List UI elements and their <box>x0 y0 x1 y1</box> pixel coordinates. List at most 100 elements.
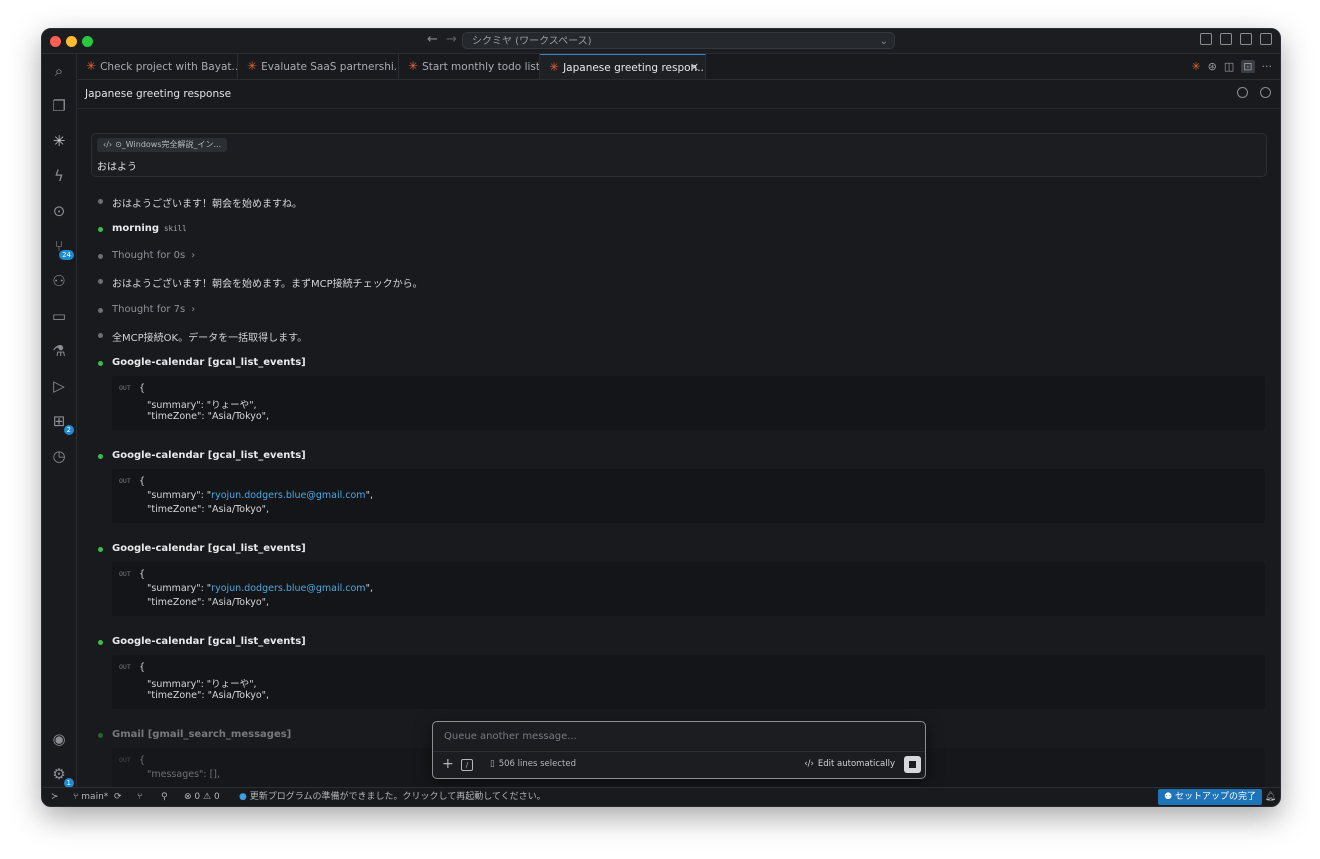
page-title: Japanese greeting response <box>85 88 232 100</box>
message-text: 全MCP接続OK。データを一括取得します。 <box>112 333 308 344</box>
tab-japanese-greeting[interactable]: ✳ Japanese greeting respon... ✕ <box>540 54 706 79</box>
testing-icon[interactable]: ⚗ <box>50 342 68 360</box>
command-center[interactable]: シクミヤ (ワークスペース) ⌄ <box>462 32 895 49</box>
extensions-icon[interactable]: ⊞ 2 <box>50 412 74 435</box>
tab-actions: ✳ ⊛ ◫ ⊡ ··· <box>1191 60 1272 73</box>
new-chat-icon[interactable] <box>1260 87 1271 98</box>
status-dot <box>98 279 103 284</box>
tool-call-title[interactable]: Gmail [gmail_search_messages] <box>98 729 291 740</box>
claude-icon[interactable]: ✳ <box>50 132 68 150</box>
explorer-icon[interactable]: ❐ <box>50 97 68 115</box>
status-dot <box>98 640 103 645</box>
claude-star-icon: ✳ <box>408 59 419 73</box>
close-tab-icon[interactable]: ✕ <box>690 55 699 79</box>
warning-icon: ⚠ <box>203 792 212 802</box>
code-line: "timeZone": "Asia/Tokyo", <box>147 690 270 701</box>
context-file-chip[interactable]: ‹/› ⊙_Windows完全解説_イン... <box>97 138 228 152</box>
thought-toggle[interactable]: Thought for 7s › <box>98 304 195 315</box>
code-icon: ‹/› <box>103 140 113 149</box>
message-composer[interactable]: Queue another message... + / ▯ 506 lines … <box>432 721 926 779</box>
history-icon[interactable] <box>1237 87 1248 98</box>
lines-selected[interactable]: ▯ 506 lines selected <box>490 759 576 769</box>
toggle-panel-icon[interactable] <box>1240 33 1252 45</box>
close-window-button[interactable] <box>50 36 61 47</box>
status-dot <box>98 308 103 313</box>
assistant-message: おはようございます！朝会を始めますね。 <box>98 195 302 210</box>
back-arrow-icon[interactable]: ← <box>427 32 438 47</box>
openai-icon[interactable]: ⊛ <box>1208 60 1217 73</box>
timeline-icon[interactable]: ◷ <box>50 447 68 465</box>
chat-dropdown-icon[interactable]: ⌄ <box>880 33 888 50</box>
notifications-bell-icon[interactable]: 🔔︎ <box>1265 788 1276 806</box>
split-editor-icon[interactable]: ◫ <box>1224 60 1234 73</box>
minimize-window-button[interactable] <box>66 36 77 47</box>
toggle-secondary-sidebar-icon[interactable] <box>1260 33 1272 45</box>
thought-toggle[interactable]: Thought for 0s › <box>98 250 195 261</box>
tool-call-title[interactable]: Google-calendar [gcal_list_events] <box>98 357 306 368</box>
git-graph-icon[interactable]: ⊙ <box>50 202 68 220</box>
run-debug-icon[interactable]: ▷ <box>50 377 68 395</box>
branch-icon: ⑂ <box>73 792 79 802</box>
search-icon[interactable]: ⌕ <box>50 62 68 80</box>
python-icon[interactable]: ⚇ <box>50 272 68 290</box>
status-dot <box>98 254 103 259</box>
forward-arrow-icon[interactable]: → <box>446 32 457 47</box>
error-icon: ⊗ <box>184 792 192 802</box>
account-icon[interactable]: ◉ <box>50 730 68 748</box>
message-input[interactable]: Queue another message... <box>444 731 577 742</box>
slash-command-icon[interactable]: / <box>461 759 473 771</box>
customize-layout-icon[interactable] <box>1200 33 1212 45</box>
app-window: ← → シクミヤ (ワークスペース) ⌄ ⌕ ❐ ✳ ϟ ⊙ ⑂ 24 ⚇ ▭ ⚗… <box>41 28 1281 807</box>
problems-indicator[interactable]: ⊗ 0 ⚠ 0 <box>184 788 220 806</box>
code-line: { <box>139 476 146 487</box>
maximize-window-button[interactable] <box>82 36 93 47</box>
source-control-icon[interactable]: ⑂ 24 <box>50 237 74 260</box>
toggle-sidebar-icon[interactable] <box>1220 33 1232 45</box>
claude-star-icon[interactable]: ✳ <box>1191 60 1200 73</box>
tool-call-title[interactable]: Google-calendar [gcal_list_events] <box>98 543 306 554</box>
remote-icon[interactable]: ≻ <box>51 788 59 806</box>
tab-label: Japanese greeting respon... <box>563 62 706 74</box>
remote-explorer-icon[interactable]: ▭ <box>50 307 68 325</box>
user-message-text: おはよう <box>97 162 137 173</box>
code-line: { <box>139 569 146 580</box>
tool-output: OUT { "summary": "ryojun.dodgers.blue@gm… <box>112 562 1265 616</box>
tool-output: OUT { "summary": "ryojun.dodgers.blue@gm… <box>112 469 1265 523</box>
tab-monthly-todo[interactable]: ✳ Start monthly todo list <box>399 54 540 79</box>
stop-icon <box>909 761 916 768</box>
email-link[interactable]: ryojun.dodgers.blue@gmail.com <box>211 490 365 501</box>
lightning-icon[interactable]: ϟ <box>50 167 68 185</box>
code-line: { <box>139 755 146 766</box>
tab-label: Start monthly todo list <box>422 61 540 73</box>
add-attachment-icon[interactable]: + <box>442 756 454 772</box>
tool-call-title[interactable]: Google-calendar [gcal_list_events] <box>98 636 306 647</box>
stop-button[interactable] <box>904 756 921 773</box>
settings-gear-icon[interactable]: ⚙ 1 <box>50 765 74 788</box>
email-link[interactable]: ryojun.dodgers.blue@gmail.com <box>211 583 365 594</box>
live-share-icon[interactable]: ⚲ <box>161 788 168 806</box>
more-actions-icon[interactable]: ··· <box>1262 60 1273 73</box>
setup-complete-button[interactable]: ⚉ セットアップの完了 <box>1158 789 1262 805</box>
composer-toolbar: + / ▯ 506 lines selected ‹/› Edit automati… <box>433 751 925 778</box>
git-graph-icon[interactable]: ⑂ <box>137 788 142 806</box>
code-line: "summary": "りょーや", <box>147 400 257 411</box>
out-label: OUT <box>119 663 131 671</box>
assistant-message: おはようございます！朝会を始めます。まずMCP接続チェックから。 <box>98 275 423 290</box>
status-dot <box>98 733 103 738</box>
lock-icon[interactable]: ⊡ <box>1241 60 1255 73</box>
status-bar: ≻ ⑂ main* ⟳ ⑂ ⚲ ⊗ 0 ⚠ 0 ● 更新プログラムの準備ができま… <box>42 787 1280 806</box>
code-line: "timeZone": "Asia/Tokyo", <box>147 411 270 422</box>
tool-output: OUT { "summary": "りょーや", "timeZone": "As… <box>112 376 1265 430</box>
tab-check-project[interactable]: ✳ Check project with Bayat... <box>77 54 238 79</box>
code-line: "messages": [], <box>147 769 221 780</box>
layout-controls <box>1200 33 1272 45</box>
tab-evaluate-saas[interactable]: ✳ Evaluate SaaS partnershi... <box>238 54 399 79</box>
update-notice[interactable]: ● 更新プログラムの準備ができました。クリックして再起動してください。 <box>239 788 546 806</box>
editor-tabs: ✳ Check project with Bayat... ✳ Evaluate S… <box>77 54 1280 80</box>
skill-entry[interactable]: morning skill <box>98 223 187 234</box>
edit-mode-button[interactable]: ‹/› Edit automatically <box>804 759 895 769</box>
tab-label: Check project with Bayat... <box>100 61 238 73</box>
tool-call-title[interactable]: Google-calendar [gcal_list_events] <box>98 450 306 461</box>
sync-icon[interactable]: ⟳ <box>114 788 122 806</box>
branch-indicator[interactable]: ⑂ main* <box>73 788 108 806</box>
